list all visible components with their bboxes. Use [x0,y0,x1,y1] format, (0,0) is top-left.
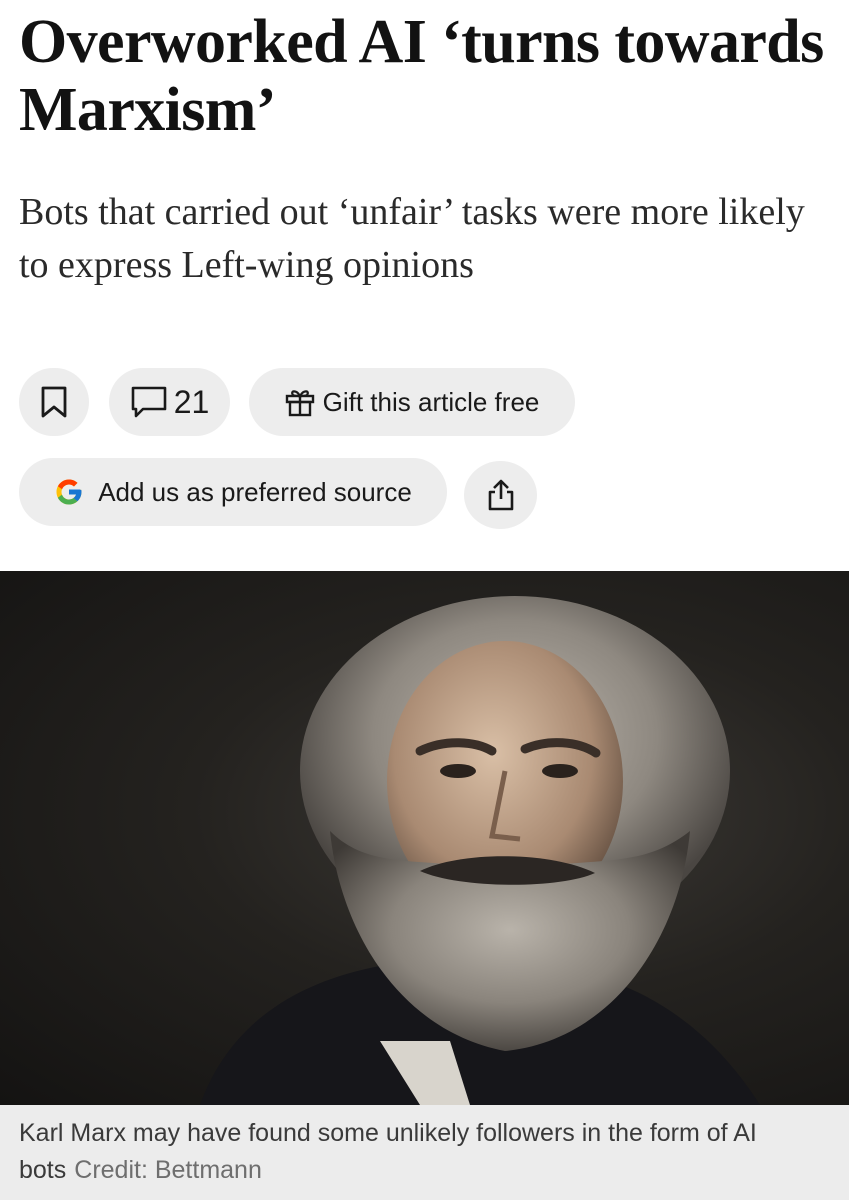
gift-article-label: Gift this article free [322,386,540,417]
gift-article-button[interactable]: Gift this article free [249,368,575,436]
image-credit: Credit: Bettmann [74,1156,262,1184]
comments-button[interactable]: 21 [109,368,230,436]
karl-marx-portrait [200,596,760,1105]
add-preferred-source-button[interactable]: Add us as preferred source [19,458,447,526]
bookmark-icon [40,386,68,418]
share-icon [485,478,517,512]
comment-count: 21 [173,383,210,420]
image-caption: Karl Marx may have found some unlikely f… [0,1105,849,1200]
speech-bubble-icon [130,385,168,419]
share-button[interactable] [464,461,537,529]
headline: Overworked AI ‘turns towards Marxism’ [19,8,824,144]
article: Overworked AI ‘turns towards Marxism’ Bo… [0,0,849,1200]
hero-image [0,571,849,1105]
preferred-source-label: Add us as preferred source [98,476,412,507]
bookmark-button[interactable] [19,368,89,436]
google-g-icon [54,477,84,507]
standfirst: Bots that carried out ‘unfair’ tasks wer… [19,191,805,286]
gift-icon [285,387,315,417]
